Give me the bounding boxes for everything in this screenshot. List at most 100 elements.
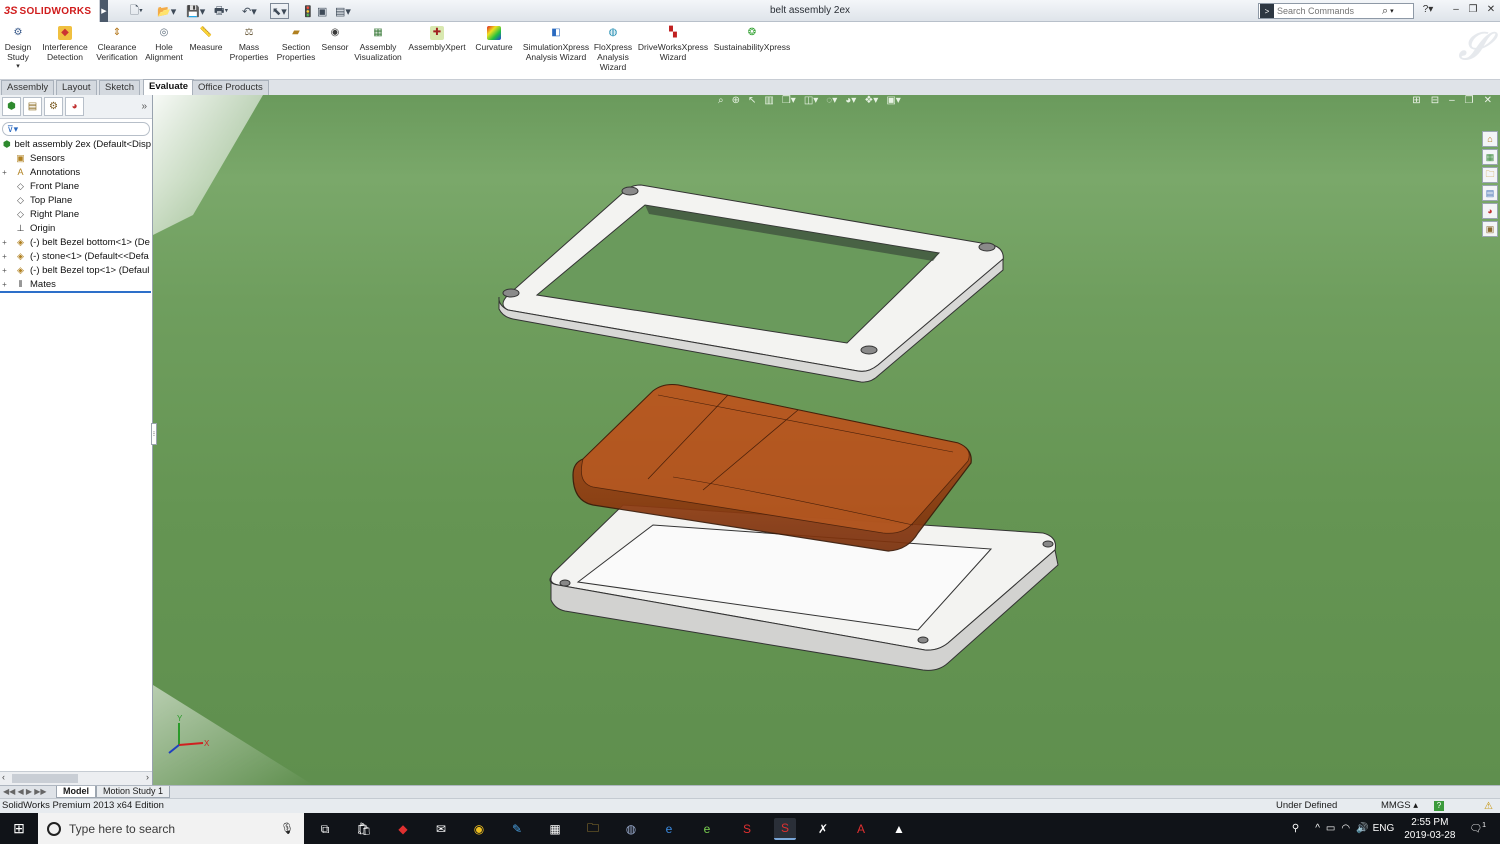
tree-item-front-plane[interactable]: ◇ Front Plane (0, 179, 151, 193)
scroll-left-icon[interactable]: ‹ (2, 772, 5, 782)
unit-system[interactable]: MMGS ▴ (1381, 799, 1418, 813)
tree-item-root[interactable]: ⬢ belt assembly 2ex (Default<Disp (0, 137, 151, 151)
tree-item-origin[interactable]: ⊥ Origin (0, 221, 151, 235)
custom-properties-icon[interactable]: ▣ (1482, 221, 1498, 237)
volume-icon[interactable]: 🔊 (1356, 823, 1368, 834)
hole-alignment-button[interactable]: ◎ Hole Alignment (144, 26, 184, 63)
display-manager-icon[interactable]: ◕ (65, 97, 84, 116)
search-commands[interactable]: > ⌕ ▾ (1258, 3, 1414, 19)
tree-item-right-plane[interactable]: ◇ Right Plane (0, 207, 151, 221)
tab-motion-study-1[interactable]: Motion Study 1 (96, 786, 171, 798)
options-icon[interactable]: ▤▾ (335, 3, 351, 19)
calculator-icon[interactable]: ▦ (544, 818, 566, 840)
rollback-bar[interactable] (0, 291, 151, 293)
scroll-right-icon[interactable]: › (146, 772, 149, 782)
people-icon[interactable]: ⚲ (1292, 823, 1299, 834)
clock[interactable]: 2:55 PM 2019-03-28 (1404, 816, 1455, 842)
mass-properties-button[interactable]: ⚖ Mass Properties (228, 26, 270, 63)
edrawings-icon[interactable]: e (696, 818, 718, 840)
start-button[interactable]: ⊞ (0, 813, 38, 844)
quick-tips-icon[interactable]: ? (1434, 801, 1444, 811)
expand-icon[interactable]: + (0, 280, 9, 289)
magnifier-icon[interactable]: ⌕ (1382, 5, 1388, 18)
undo-icon[interactable]: ↶▾ (242, 3, 257, 19)
measure-button[interactable]: 📏 Measure (188, 26, 224, 53)
tab-assembly[interactable]: Assembly (1, 80, 55, 95)
tree-item-annotations[interactable]: + A Annotations (0, 165, 151, 179)
tab-layout[interactable]: Layout (56, 80, 97, 95)
restore-icon[interactable]: ❐ (1465, 4, 1481, 18)
solidworks-2013-icon[interactable]: S (774, 818, 796, 840)
tree-horizontal-scrollbar[interactable]: ‹ › (0, 771, 152, 785)
tab-evaluate[interactable]: Evaluate (143, 79, 195, 95)
close-icon[interactable]: ✕ (1483, 4, 1499, 18)
property-manager-icon[interactable]: ▤ (23, 97, 42, 116)
chrome-icon[interactable]: ◉ (468, 818, 490, 840)
design-study-button[interactable]: ⚙ Design Study ▾ (3, 26, 33, 72)
expand-icon[interactable]: + (0, 266, 9, 275)
interference-detection-button[interactable]: ◆ Interference Detection (38, 26, 92, 62)
tree-filter[interactable]: ⊽▾ (2, 122, 150, 136)
viewport-expand-icon[interactable]: ⊞ (1412, 95, 1420, 106)
language-indicator[interactable]: ENG (1373, 823, 1395, 834)
open-icon[interactable]: 📂▾ (157, 3, 176, 19)
assembly-visualization-button[interactable]: ▦ Assembly Visualization (352, 26, 404, 63)
section-properties-button[interactable]: ▰ Section Properties (274, 26, 318, 63)
floxpress-button[interactable]: ◍ FloXpress Analysis Wizard (592, 26, 634, 73)
view-orientation-icon[interactable]: ❒▾ (782, 95, 796, 109)
simulationxpress-button[interactable]: ◧ SimulationXpress Analysis Wizard (522, 26, 590, 63)
search-commands-input[interactable] (1274, 6, 1382, 16)
viewport-split-icon[interactable]: ⊟ (1431, 95, 1439, 106)
menu-expand-arrow[interactable]: ▶ (100, 0, 108, 22)
rebuild-warning-icon[interactable]: ⚠ (1484, 800, 1493, 814)
select-icon[interactable]: ⬉▾ (270, 3, 289, 19)
x-app-icon[interactable]: ✗ (812, 818, 834, 840)
view-palette-icon[interactable]: ▤ (1482, 185, 1498, 201)
sustainabilityxpress-button[interactable]: ❂ SustainabilityXpress (712, 26, 792, 53)
view-settings-icon[interactable]: ▣▾ (886, 95, 900, 109)
appearances-icon[interactable]: ◕ (1482, 203, 1498, 219)
curvature-button[interactable]: Curvature (472, 26, 516, 52)
previous-view-icon[interactable]: ↖ (748, 95, 756, 109)
tab-office-products[interactable]: Office Products (192, 80, 269, 95)
viewport-restore-icon[interactable]: ❐ (1465, 95, 1474, 106)
bezel-top-part[interactable] (498, 184, 1004, 383)
configuration-manager-icon[interactable]: ⚙ (44, 97, 63, 116)
task-view-icon[interactable]: ⧉ (314, 818, 336, 840)
print-icon[interactable]: 🖶▾ (214, 3, 228, 19)
battery-icon[interactable]: ▭ (1326, 823, 1335, 834)
section-view-icon[interactable]: ▥ (764, 95, 773, 109)
file-explorer-icon[interactable]: 🗀 (1482, 167, 1498, 183)
store-icon[interactable]: 🛍 (353, 818, 375, 840)
app-red-icon[interactable]: ◆ (392, 818, 414, 840)
help-icon[interactable]: ?▾ (1420, 4, 1436, 18)
driveworksxpress-button[interactable]: ▚ DriveWorksXpress Wizard (636, 26, 710, 63)
minimize-icon[interactable]: – (1448, 4, 1464, 18)
photos-icon[interactable]: ▲ (888, 818, 910, 840)
save-icon[interactable]: 💾▾ (186, 3, 205, 19)
new-document-icon[interactable]: 🗋▾ (130, 3, 143, 19)
hide-show-items-icon[interactable]: ◌▾ (826, 95, 837, 109)
first-tab-icon[interactable]: ◀◀ ◀ ▶ ▶▶ (3, 787, 47, 796)
zoom-to-area-icon[interactable]: ⊕ (732, 95, 740, 109)
assemblyxpert-button[interactable]: ✚ AssemblyXpert (408, 26, 466, 52)
design-library-icon[interactable]: ▦ (1482, 149, 1498, 165)
expand-icon[interactable]: + (0, 238, 9, 247)
graphics-area[interactable]: Y X ⌕ ⊕ ↖ ▥ ❒▾ ◫▾ ◌▾ ◕▾ ❖▾ ▣▾ ⊞ ⊟ – ❐ ✕ … (153, 95, 1500, 785)
wifi-icon[interactable]: ◠ (1341, 823, 1350, 834)
clearance-verification-button[interactable]: ⇕ Clearance Verification (94, 26, 140, 63)
expand-icon[interactable]: + (0, 252, 9, 261)
show-hidden-icons[interactable]: ^ (1315, 823, 1320, 834)
expand-icon[interactable]: + (0, 168, 9, 177)
tree-item-bezel-bottom[interactable]: + ◈ (-) belt Bezel bottom<1> (De (0, 235, 151, 249)
network-app-icon[interactable]: ◍ (620, 818, 642, 840)
pencil-app-icon[interactable]: ✎ (506, 818, 528, 840)
panel-splitter-handle[interactable]: ⁝ (151, 423, 157, 445)
file-explorer-taskbar-icon[interactable]: 🗀 (582, 818, 604, 840)
solidworks-2019-icon[interactable]: S (736, 818, 758, 840)
viewport-close-icon[interactable]: ✕ (1484, 95, 1492, 106)
tab-sketch[interactable]: Sketch (99, 80, 141, 95)
microphone-icon[interactable]: 🎙 (280, 822, 294, 835)
tree-item-top-plane[interactable]: ◇ Top Plane (0, 193, 151, 207)
search-dropdown-icon[interactable]: ▾ (1390, 7, 1394, 15)
